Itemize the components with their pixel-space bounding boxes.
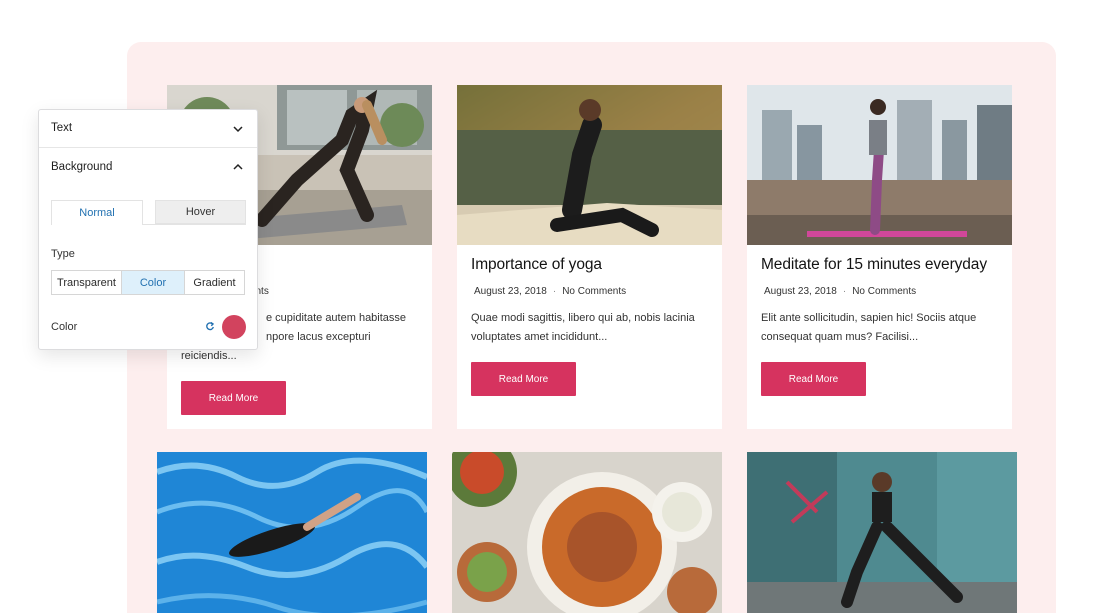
type-option-color[interactable]: Color <box>122 271 184 294</box>
type-option-transparent[interactable]: Transparent <box>52 271 122 294</box>
post-excerpt: Elit ante sollicitudin, sapien hic! Soci… <box>761 312 977 343</box>
color-label: Color <box>51 321 78 333</box>
post-card-3: Meditate for 15 minutes everyday August … <box>747 85 1012 429</box>
post-card-2: Importance of yoga August 23, 2018 · No Co… <box>457 85 722 429</box>
color-swatch[interactable] <box>222 315 246 339</box>
text-section-label: Text <box>51 122 73 134</box>
post-card-4 <box>157 452 427 613</box>
background-section-label: Background <box>51 161 113 173</box>
type-option-gradient[interactable]: Gradient <box>184 271 244 294</box>
post-title[interactable]: Importance of yoga <box>471 256 602 274</box>
chevron-down-icon[interactable] <box>233 124 243 134</box>
state-tabs: Normal Hover <box>51 200 246 224</box>
background-section-header[interactable]: Background <box>39 148 257 186</box>
post-meta: August 23, 2018 · No Comments <box>474 286 627 297</box>
text-section-header[interactable]: Text <box>39 110 257 148</box>
type-label: Type <box>51 248 75 260</box>
post-title[interactable]: Meditate for 15 minutes everyday <box>761 256 987 274</box>
post-card-5 <box>452 452 722 613</box>
read-more-button[interactable]: Read More <box>471 362 576 396</box>
post-image-food[interactable] <box>452 452 722 613</box>
post-comments[interactable]: No Comments <box>562 286 626 297</box>
reset-icon[interactable] <box>205 321 215 331</box>
post-card-6 <box>747 452 1017 613</box>
tab-normal[interactable]: Normal <box>51 200 143 224</box>
post-image-yoga-riverside[interactable] <box>457 85 722 245</box>
post-excerpt: Quae modi sagittis, libero qui ab, nobis… <box>471 312 695 343</box>
tab-hover[interactable]: Hover <box>155 200 246 224</box>
post-comments[interactable]: No Comments <box>852 286 916 297</box>
post-meta: August 23, 2018 · No Comments <box>764 286 917 297</box>
post-date: August 23, 2018 <box>474 286 547 297</box>
active-tab-gap <box>52 223 142 225</box>
post-date: August 23, 2018 <box>764 286 837 297</box>
post-image-swimmer[interactable] <box>157 452 427 613</box>
read-more-button[interactable]: Read More <box>761 362 866 396</box>
post-image-rooftop-meditation[interactable] <box>747 85 1012 245</box>
read-more-button[interactable]: Read More <box>181 381 286 415</box>
style-settings-panel: Text Background Normal Hover Type Transp… <box>38 109 258 350</box>
background-type-control: Transparent Color Gradient <box>51 270 245 295</box>
post-image-lunge[interactable] <box>747 452 1017 613</box>
chevron-up-icon[interactable] <box>233 162 243 172</box>
